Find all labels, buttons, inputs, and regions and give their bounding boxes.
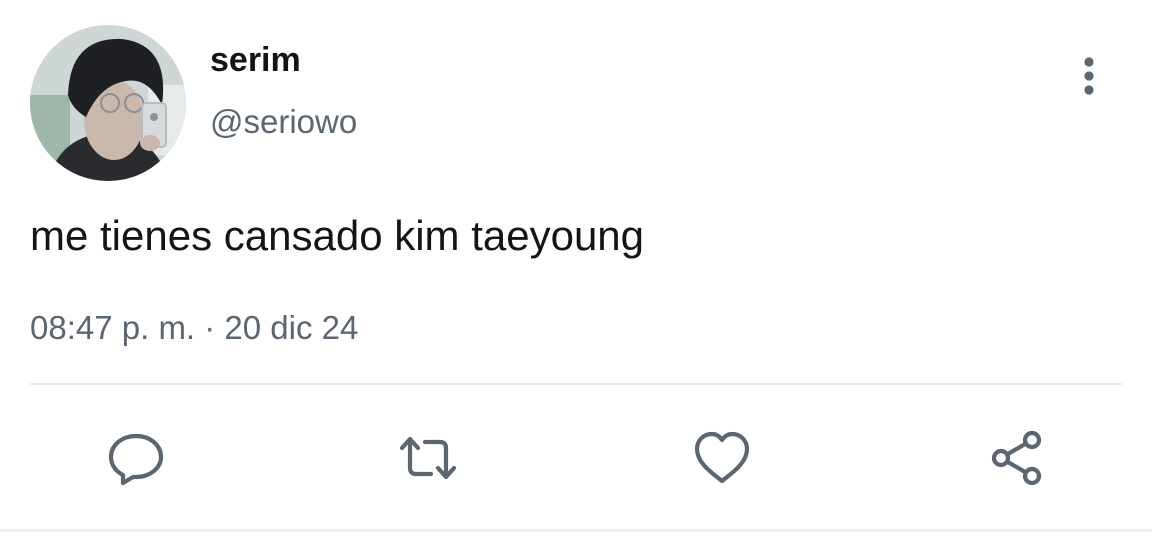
- user-handle[interactable]: @seriowo: [210, 102, 357, 142]
- like-button[interactable]: [692, 428, 752, 488]
- heart-icon: [694, 431, 750, 484]
- reply-button[interactable]: [106, 428, 166, 488]
- divider: [30, 383, 1122, 385]
- tweet-timestamp[interactable]: 08:47 p. m. · 20 dic 24: [30, 308, 358, 348]
- share-icon: [991, 430, 1042, 486]
- tweet-card: serim @seriowo me tienes cansado kim tae…: [0, 0, 1152, 549]
- more-options-button[interactable]: [1072, 52, 1106, 100]
- avatar[interactable]: [30, 25, 186, 181]
- reply-icon: [108, 433, 164, 486]
- avatar-photo: [30, 25, 186, 181]
- retweet-icon: [399, 436, 457, 480]
- display-name[interactable]: serim: [210, 40, 301, 80]
- tweet-text: me tienes cansado kim taeyoung: [30, 212, 645, 259]
- retweet-button[interactable]: [398, 428, 458, 488]
- bottom-divider: [0, 529, 1152, 532]
- more-vertical-icon: [1084, 57, 1094, 95]
- share-button[interactable]: [988, 428, 1048, 488]
